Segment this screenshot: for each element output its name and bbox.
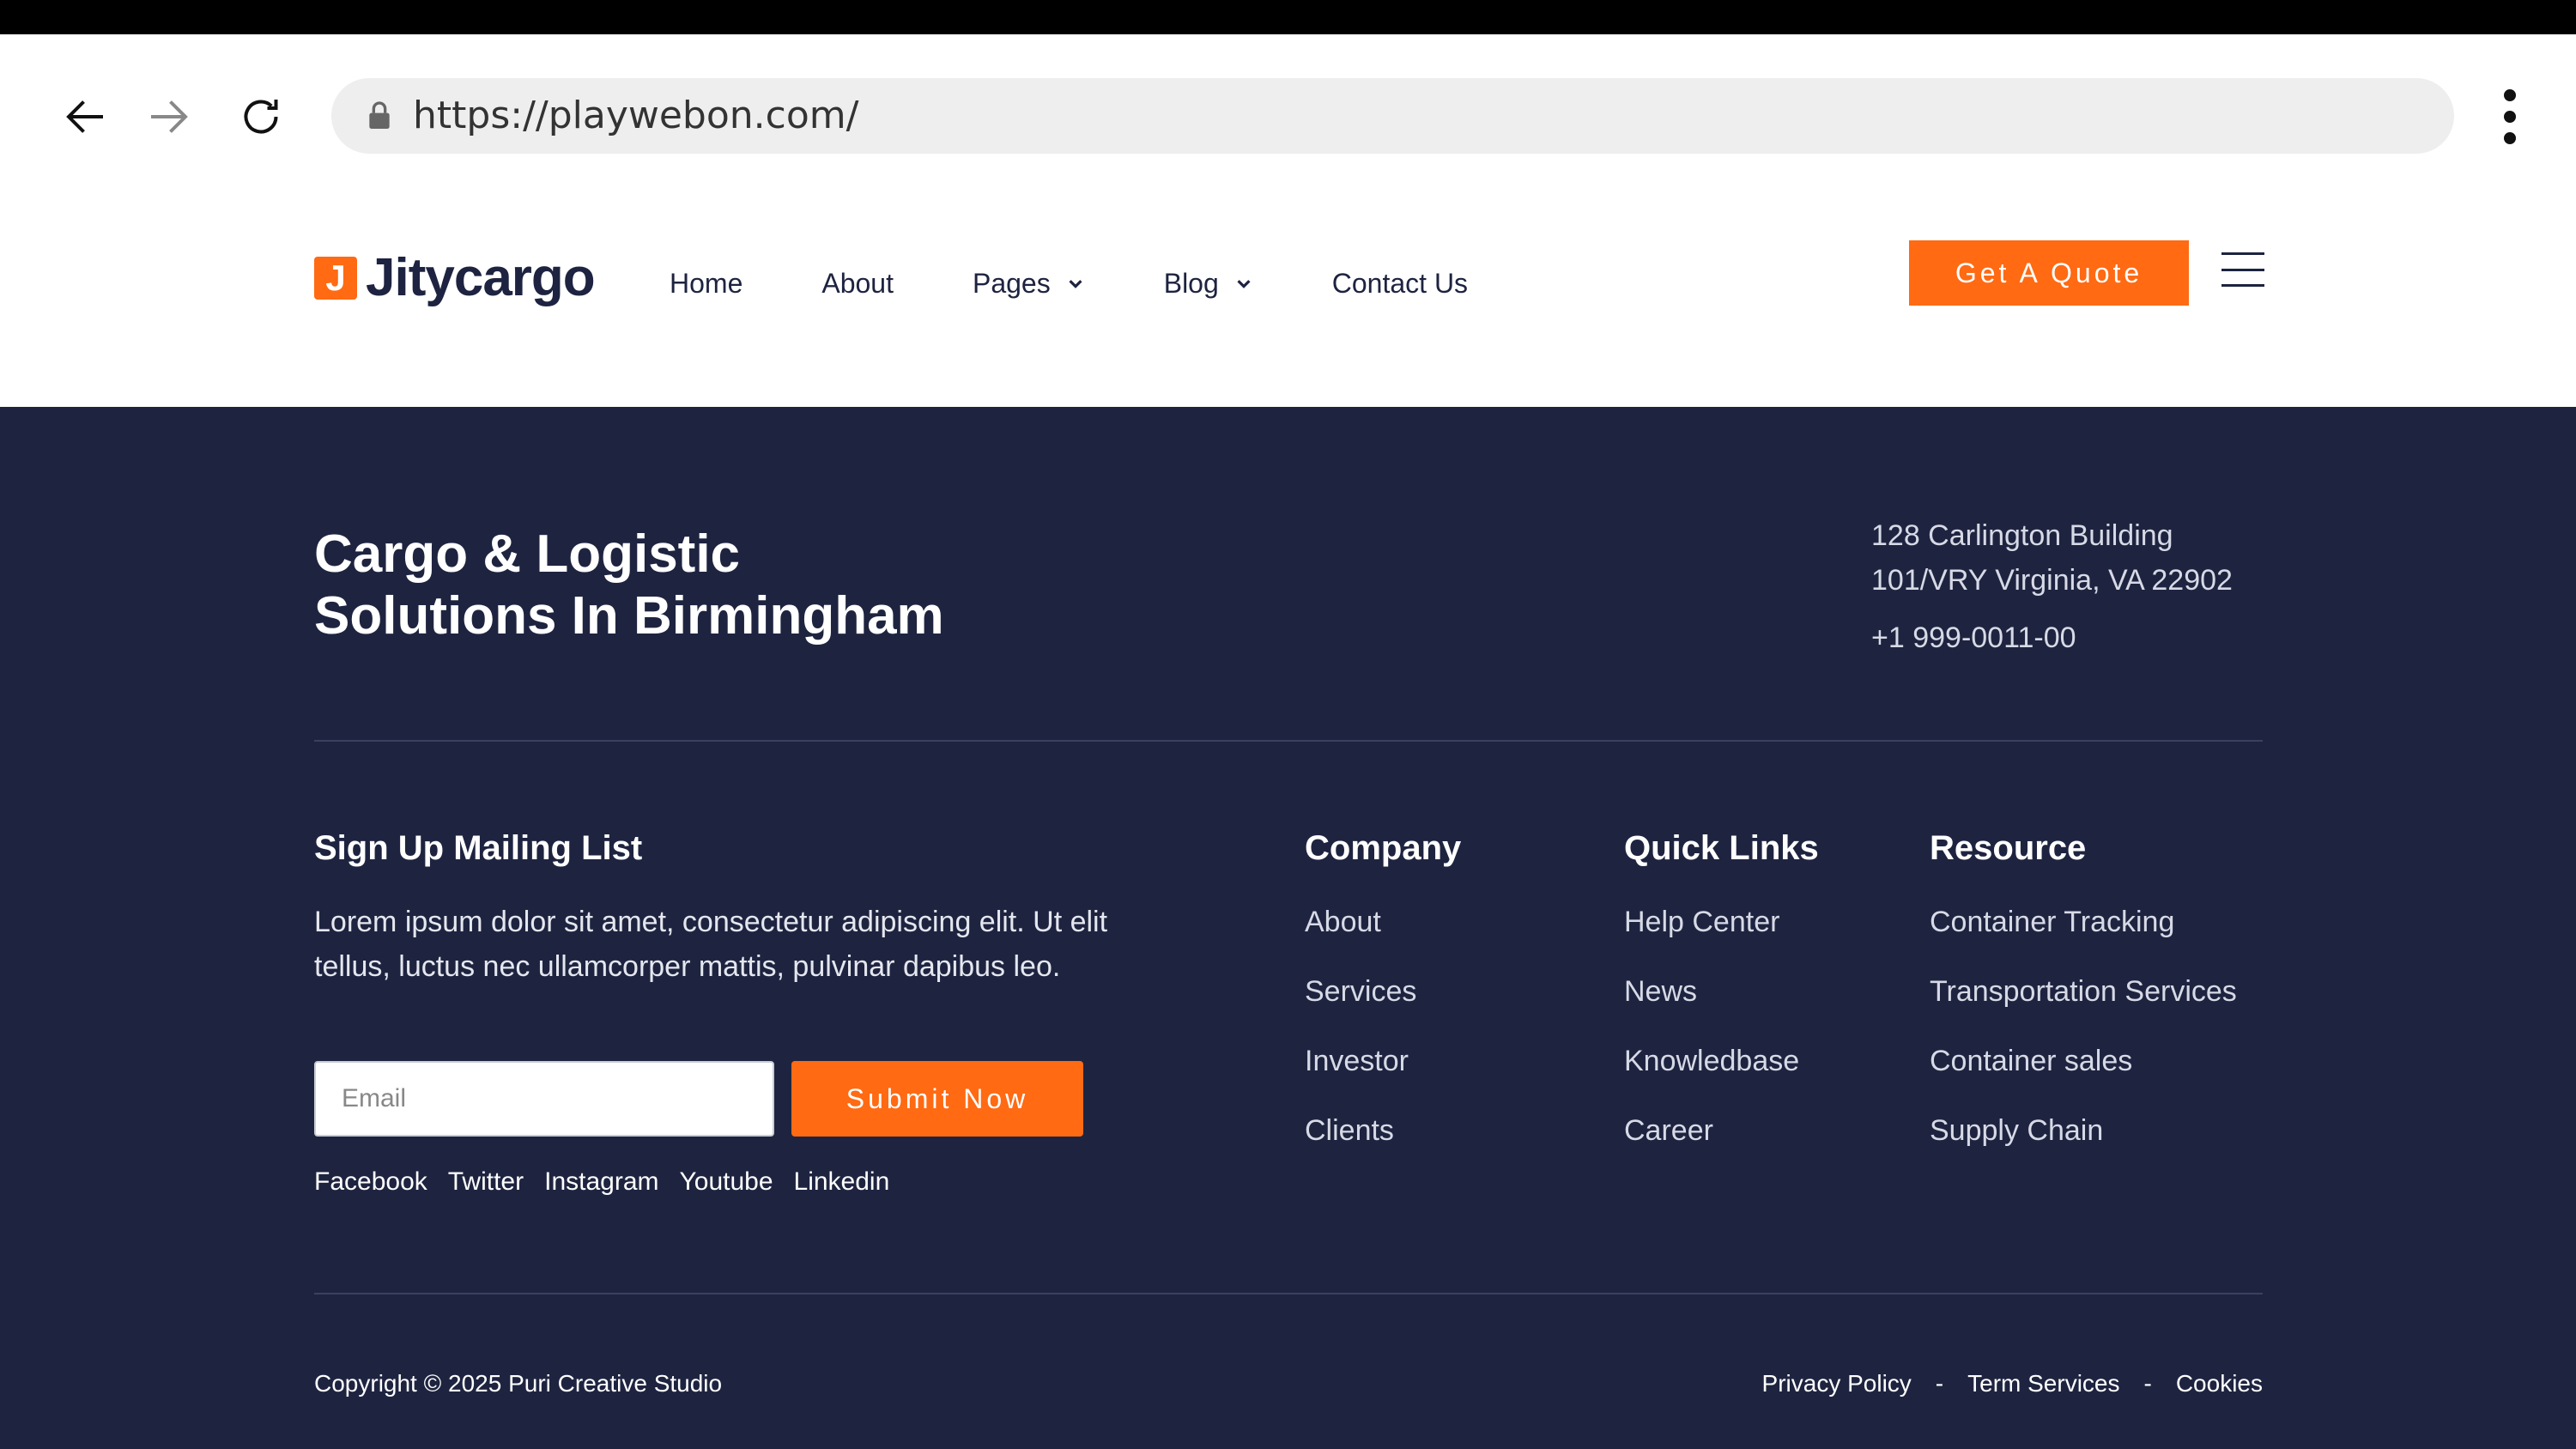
chevron-down-icon — [1237, 280, 1251, 288]
footer-link-help-center[interactable]: Help Center — [1624, 906, 1819, 975]
footer-headline-line1: Cargo & Logistic — [314, 524, 741, 584]
privacy-policy-link[interactable]: Privacy Policy — [1762, 1370, 1912, 1397]
footer-link-knowledbase[interactable]: Knowledbase — [1624, 1045, 1819, 1114]
browser-menu-button[interactable] — [2489, 82, 2531, 151]
menu-dot-icon — [2504, 89, 2516, 101]
logo-text: Jitycargo — [366, 248, 596, 307]
hamburger-line — [2221, 252, 2264, 255]
forward-button[interactable] — [134, 82, 203, 151]
signup-title: Sign Up Mailing List — [314, 829, 643, 867]
arrow-right-icon — [151, 100, 188, 133]
footer-column-company: Company About Services Investor Clients — [1305, 829, 1461, 1184]
footer-phone[interactable]: +1 999-0011-00 — [1871, 621, 2076, 655]
browser-toolbar: https://playwebon.com/ — [0, 34, 2576, 197]
cookies-link[interactable]: Cookies — [2176, 1370, 2263, 1397]
social-links: Facebook Twitter Instagram Youtube Linke… — [314, 1167, 910, 1197]
footer-column-quick-links: Quick Links Help Center News Knowledbase… — [1624, 829, 1819, 1184]
footer-link-career[interactable]: Career — [1624, 1114, 1819, 1184]
url-text: https://playwebon.com/ — [413, 94, 859, 137]
email-input[interactable] — [314, 1061, 774, 1137]
column-title: Company — [1305, 829, 1462, 867]
social-youtube[interactable]: Youtube — [680, 1167, 773, 1197]
footer-link-clients[interactable]: Clients — [1305, 1114, 1461, 1184]
footer-link-supply-chain[interactable]: Supply Chain — [1930, 1114, 2237, 1184]
address-line2: 101/VRY Virginia, VA 22902 — [1871, 564, 2233, 597]
legal-links: Privacy Policy - Term Services - Cookies — [1762, 1370, 2263, 1397]
footer-address: 128 Carlington Building 101/VRY Virginia… — [1871, 513, 2233, 603]
footer-link-about[interactable]: About — [1305, 906, 1461, 975]
footer-link-container-sales[interactable]: Container sales — [1930, 1045, 2237, 1114]
social-twitter[interactable]: Twitter — [448, 1167, 524, 1197]
social-linkedin[interactable]: Linkedin — [794, 1167, 890, 1197]
legal-separator: - — [1935, 1370, 1944, 1397]
submit-button[interactable]: Submit Now — [791, 1061, 1083, 1137]
footer-divider — [314, 740, 2263, 742]
menu-dot-icon — [2504, 111, 2516, 123]
footer-link-news[interactable]: News — [1624, 975, 1819, 1045]
legal-separator: - — [2143, 1370, 2152, 1397]
footer-column-resource: Resource Container Tracking Transportati… — [1930, 829, 2237, 1184]
nav-about[interactable]: About — [821, 268, 894, 300]
address-line1: 128 Carlington Building — [1871, 519, 2173, 552]
get-quote-button[interactable]: Get A Quote — [1909, 240, 2189, 306]
footer-link-container-tracking[interactable]: Container Tracking — [1930, 906, 2237, 975]
footer-bottom-divider — [314, 1293, 2263, 1294]
footer-link-investor[interactable]: Investor — [1305, 1045, 1461, 1114]
nav-blog[interactable]: Blog — [1164, 268, 1253, 300]
footer-link-transportation-services[interactable]: Transportation Services — [1930, 975, 2237, 1045]
footer-headline-line2: Solutions In Birmingham — [314, 586, 944, 646]
social-facebook[interactable]: Facebook — [314, 1167, 427, 1197]
site-logo[interactable]: J Jitycargo — [314, 247, 596, 308]
logo-mark: J — [314, 256, 357, 300]
hamburger-line — [2221, 268, 2264, 271]
status-bar — [0, 0, 2576, 34]
site-header: J Jitycargo Home About Pages Blog Contac… — [0, 197, 2576, 407]
social-instagram[interactable]: Instagram — [544, 1167, 658, 1197]
nav-blog-label: Blog — [1163, 267, 1219, 299]
term-services-link[interactable]: Term Services — [1967, 1370, 2119, 1397]
lock-icon — [369, 101, 390, 129]
nav-pages[interactable]: Pages — [973, 268, 1085, 300]
column-title: Quick Links — [1624, 829, 1819, 867]
address-bar[interactable]: https://playwebon.com/ — [331, 78, 2454, 154]
signup-text: Lorem ipsum dolor sit amet, consectetur … — [314, 906, 1108, 983]
hamburger-line — [2221, 284, 2264, 287]
reload-icon — [244, 100, 278, 134]
nav-contact[interactable]: Contact Us — [1332, 268, 1468, 300]
arrow-left-icon — [66, 100, 103, 133]
main-nav: Home About Pages Blog Contact Us — [670, 258, 1468, 309]
chevron-down-icon — [1069, 280, 1082, 288]
nav-home[interactable]: Home — [670, 268, 742, 300]
nav-pages-label: Pages — [972, 267, 1051, 299]
column-title: Resource — [1930, 829, 2087, 867]
hamburger-menu-icon[interactable] — [2221, 252, 2264, 287]
footer-link-services[interactable]: Services — [1305, 975, 1461, 1045]
reload-button[interactable] — [227, 82, 295, 151]
footer-headline: Cargo & Logistic Solutions In Birmingham — [314, 524, 944, 647]
back-button[interactable] — [52, 82, 120, 151]
site-footer: Cargo & Logistic Solutions In Birmingham… — [0, 407, 2576, 1449]
copyright-text: Copyright © 2025 Puri Creative Studio — [314, 1370, 723, 1397]
menu-dot-icon — [2504, 132, 2516, 144]
